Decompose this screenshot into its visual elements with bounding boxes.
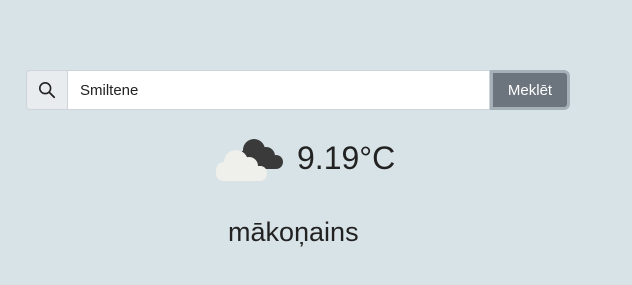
- broken-clouds-icon: [216, 139, 283, 181]
- search-button[interactable]: Meklēt: [490, 70, 570, 110]
- weather-description: mākoņains: [228, 217, 359, 247]
- search-icon[interactable]: [26, 70, 67, 110]
- current-weather: 9.19°C: [210, 132, 395, 184]
- search-input[interactable]: [67, 70, 490, 110]
- search-bar: Meklēt: [26, 70, 570, 110]
- temperature: 9.19°C: [297, 140, 396, 176]
